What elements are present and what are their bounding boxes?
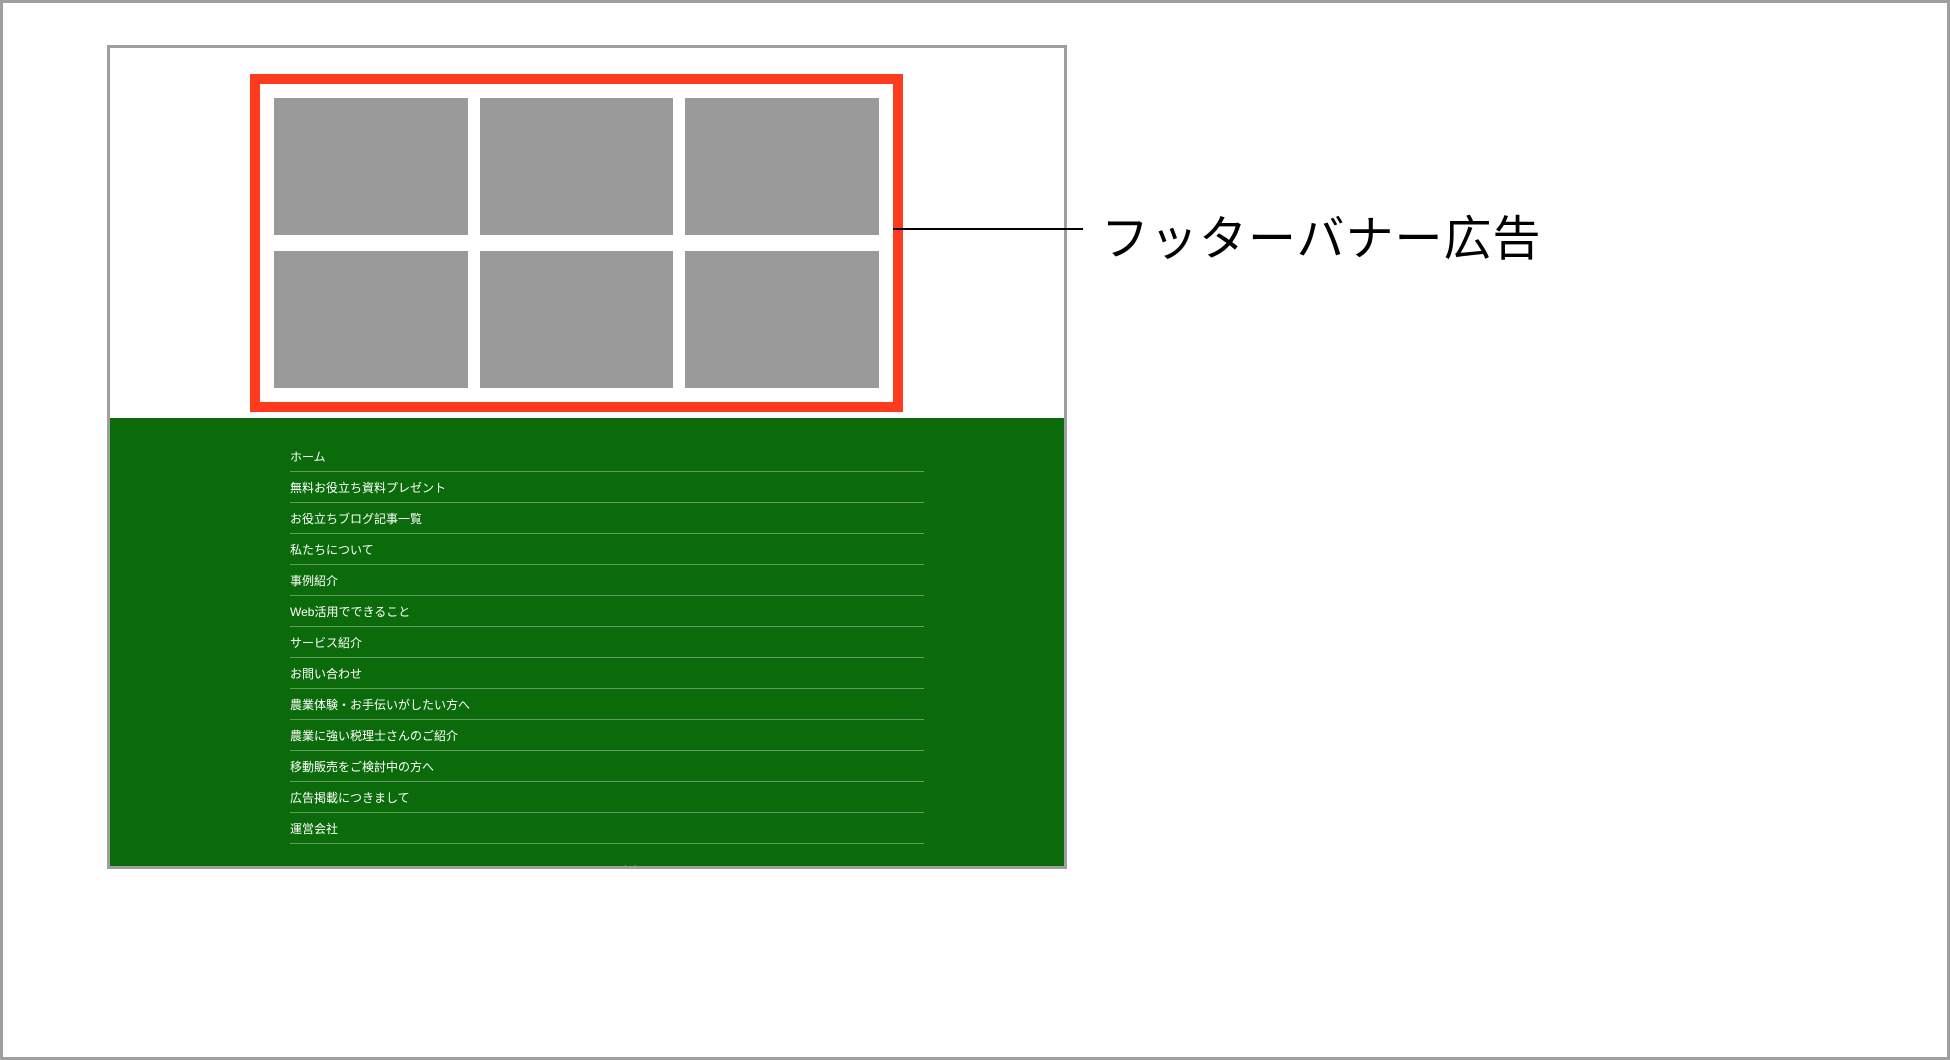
footer-link-experience[interactable]: 農業体験・お手伝いがしたい方へ	[290, 689, 924, 720]
footer-nav-list: ホーム 無料お役立ち資料プレゼント お役立ちブログ記事一覧 私たちについて 事例…	[290, 448, 924, 844]
callout-connector-line	[893, 228, 1083, 230]
footer-link-cases[interactable]: 事例紹介	[290, 565, 924, 596]
banner-ad-placeholder[interactable]	[274, 251, 468, 388]
footer-link-contact[interactable]: お問い合わせ	[290, 658, 924, 689]
footer-link-home[interactable]: ホーム	[290, 448, 924, 472]
banner-ad-grid	[274, 98, 879, 388]
footer-link-service[interactable]: サービス紹介	[290, 627, 924, 658]
footer-link-free-materials[interactable]: 無料お役立ち資料プレゼント	[290, 472, 924, 503]
footer-link-about[interactable]: 私たちについて	[290, 534, 924, 565]
copyright-text: © ファームコネクト.	[290, 862, 924, 869]
footer-banner-highlight-box	[250, 74, 903, 412]
footer-link-mobile-sales[interactable]: 移動販売をご検討中の方へ	[290, 751, 924, 782]
footer-link-tax[interactable]: 農業に強い税理士さんのご紹介	[290, 720, 924, 751]
banner-ad-placeholder[interactable]	[480, 251, 674, 388]
callout-label: フッターバナー広告	[1101, 199, 1542, 269]
footer-link-web[interactable]: Web活用でできること	[290, 596, 924, 627]
footer-link-company[interactable]: 運営会社	[290, 813, 924, 844]
website-mockup-frame: ホーム 無料お役立ち資料プレゼント お役立ちブログ記事一覧 私たちについて 事例…	[107, 45, 1067, 869]
footer-link-blog[interactable]: お役立ちブログ記事一覧	[290, 503, 924, 534]
diagram-canvas: ホーム 無料お役立ち資料プレゼント お役立ちブログ記事一覧 私たちについて 事例…	[0, 0, 1950, 1060]
footer-link-ads[interactable]: 広告掲載につきまして	[290, 782, 924, 813]
banner-ad-placeholder[interactable]	[685, 98, 879, 235]
banner-ad-placeholder[interactable]	[480, 98, 674, 235]
banner-ad-placeholder[interactable]	[274, 98, 468, 235]
upper-content-area	[110, 48, 1064, 418]
banner-ad-placeholder[interactable]	[685, 251, 879, 388]
site-footer: ホーム 無料お役立ち資料プレゼント お役立ちブログ記事一覧 私たちについて 事例…	[110, 418, 1064, 866]
